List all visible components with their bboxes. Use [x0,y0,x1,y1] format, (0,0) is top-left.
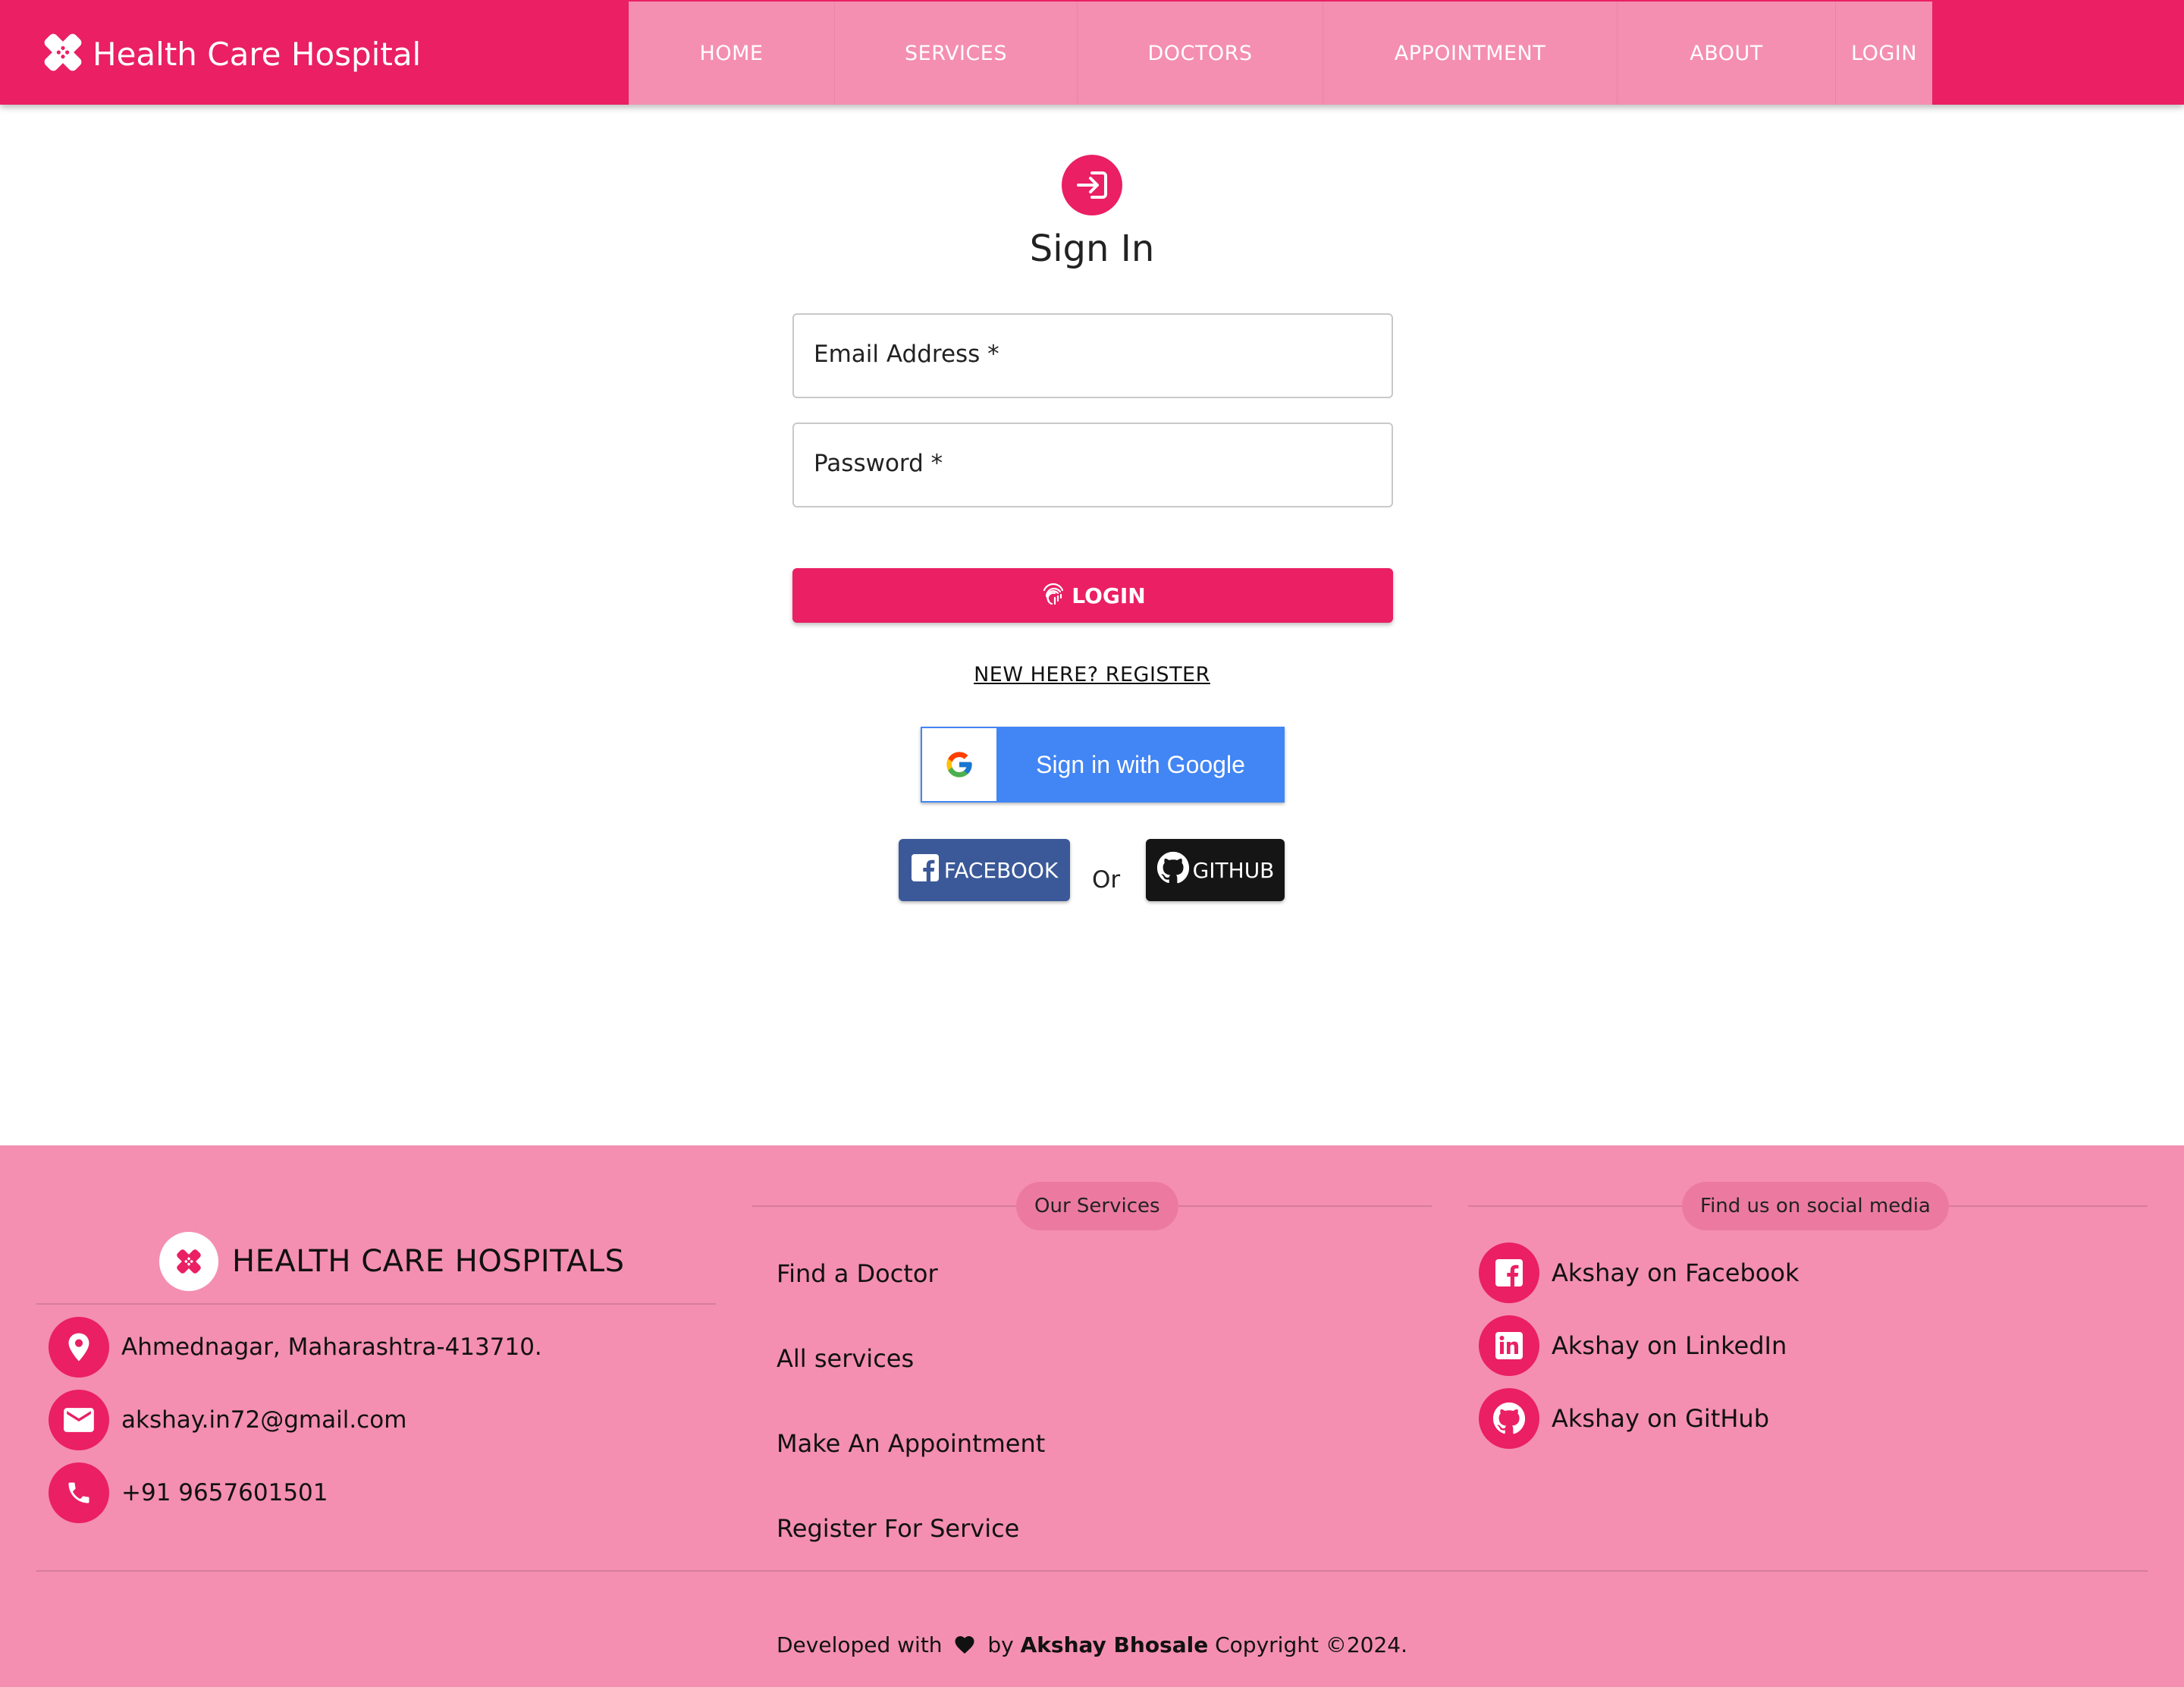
email-field[interactable]: Email Address * [792,313,1393,398]
email-text: akshay.in72@gmail.com [121,1406,407,1434]
footer: HEALTH CARE HOSPITALS Ahmednagar, Mahara… [0,1145,2184,1687]
github-button-label: GITHUB [1192,857,1275,883]
login-button[interactable]: LOGIN [792,568,1393,623]
main-nav: HOME SERVICES DOCTORS APPOINTMENT ABOUT … [629,2,1932,105]
password-field[interactable]: Password * [792,423,1393,507]
address-text: Ahmednagar, Maharashtra-413710. [121,1334,542,1361]
brand-title: Health Care Hospital [93,35,422,73]
nav-appointment[interactable]: APPOINTMENT [1323,2,1618,105]
facebook-icon [911,853,940,887]
social-github-link[interactable]: Akshay on GitHub [1479,1388,1769,1449]
brand[interactable]: Health Care Hospital [39,29,421,79]
heart-icon [953,1633,976,1660]
phone-item[interactable]: +91 9657601501 [49,1462,328,1523]
register-link[interactable]: NEW HERE? REGISTER [940,663,1244,686]
email-item[interactable]: akshay.in72@gmail.com [49,1390,406,1450]
divider [1948,1205,2148,1207]
divider [1178,1205,1432,1207]
nav-home[interactable]: HOME [629,2,835,105]
nav-about[interactable]: ABOUT [1618,2,1836,105]
credit-by: by [987,1632,1014,1657]
email-input[interactable] [794,315,1392,397]
services-heading-chip: Our Services [1016,1182,1178,1230]
footer-brand-title: HEALTH CARE HOSPITALS [232,1244,625,1279]
nav-doctors[interactable]: DOCTORS [1078,2,1323,105]
service-link-register[interactable]: Register For Service [777,1514,1019,1543]
social-heading: Find us on social media [1468,1182,2148,1230]
mail-icon [49,1390,109,1450]
divider [1468,1205,1682,1207]
google-g-icon [922,728,996,801]
address-item: Ahmednagar, Maharashtra-413710. [49,1317,542,1378]
service-link-all-services[interactable]: All services [777,1344,914,1373]
service-link-find-doctor[interactable]: Find a Doctor [777,1259,938,1288]
footer-brand: HEALTH CARE HOSPITALS [159,1232,625,1291]
github-icon [1156,851,1190,890]
social-facebook-label: Akshay on Facebook [1552,1258,1800,1287]
location-pin-icon [49,1317,109,1378]
social-linkedin-label: Akshay on LinkedIn [1552,1331,1787,1360]
github-icon [1479,1388,1539,1449]
medical-cross-icon [39,29,86,79]
divider [752,1205,1016,1207]
social-facebook-link[interactable]: Akshay on Facebook [1479,1242,1799,1303]
linkedin-icon [1479,1315,1539,1376]
facebook-button[interactable]: FACEBOOK [899,839,1070,901]
phone-text: +91 9657601501 [121,1479,328,1506]
google-signin-label: Sign in with Google [1036,750,1245,778]
app-bar: Health Care Hospital HOME SERVICES DOCTO… [0,0,2184,105]
divider [36,1570,2148,1572]
github-button[interactable]: GITHUB [1146,839,1285,901]
divider [36,1303,716,1305]
service-link-appointment[interactable]: Make An Appointment [777,1429,1045,1458]
password-input[interactable] [794,424,1392,506]
facebook-icon [1479,1242,1539,1303]
phone-icon [49,1462,109,1523]
facebook-button-label: FACEBOOK [943,857,1059,883]
social-github-label: Akshay on GitHub [1552,1404,1770,1433]
credit-prefix: Developed with [776,1632,943,1657]
google-signin-button[interactable]: Sign in with Google [921,727,1285,803]
services-heading: Our Services [752,1182,1432,1230]
login-button-label: LOGIN [1072,583,1146,608]
social-heading-chip: Find us on social media [1682,1182,1949,1230]
medical-cross-icon [159,1232,218,1291]
login-arrow-icon [1062,155,1122,215]
credit-copyright: Copyright ©2024. [1215,1632,1407,1657]
or-separator: Or [1092,866,1121,894]
social-linkedin-link[interactable]: Akshay on LinkedIn [1479,1315,1787,1376]
credit-author: Akshay Bhosale [1020,1632,1209,1657]
nav-services[interactable]: SERVICES [835,2,1078,105]
nav-login[interactable]: LOGIN [1836,2,1932,105]
footer-credits: Developed with by Akshay Bhosale Copyrig… [0,1632,2184,1660]
page-title: Sign In [1029,228,1155,270]
fingerprint-icon [1040,580,1067,612]
